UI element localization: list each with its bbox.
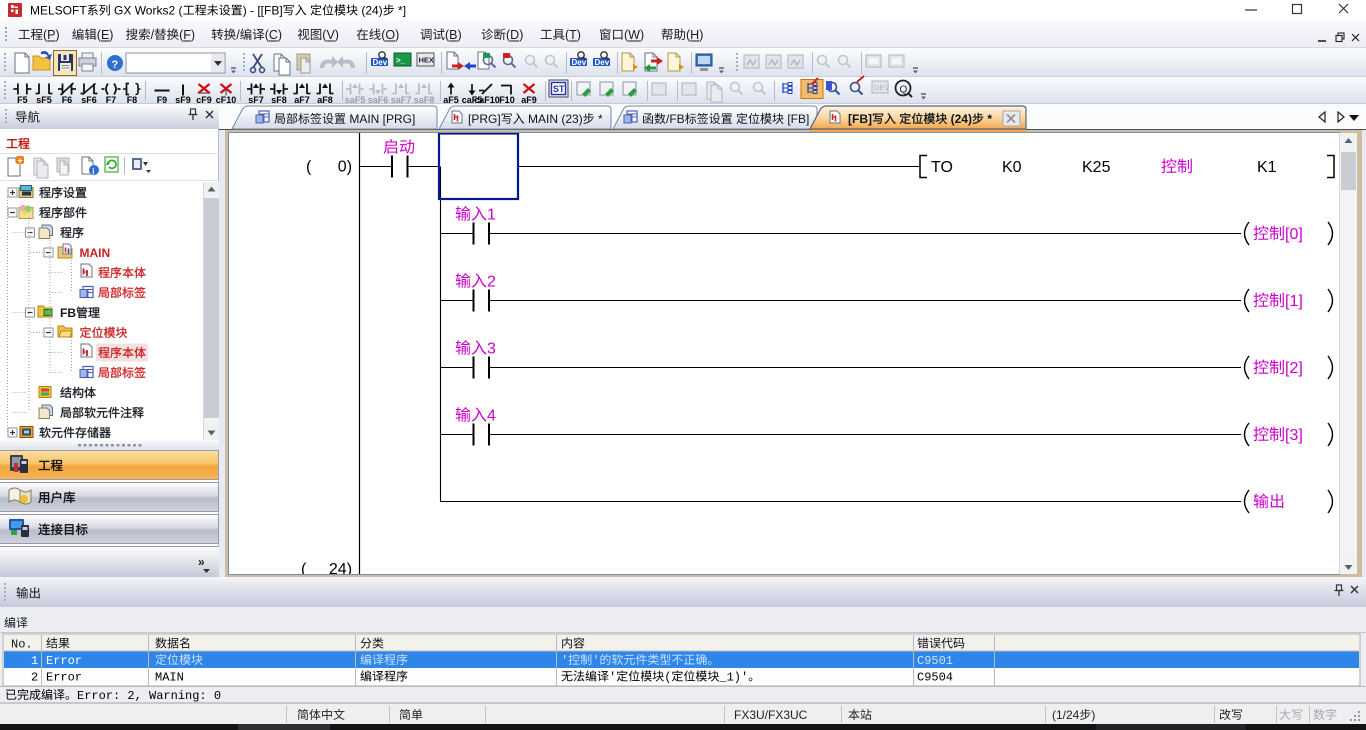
svg-text:saF7: saF7 bbox=[391, 95, 412, 105]
svg-text:(W): (W) bbox=[624, 28, 644, 42]
svg-text:sF7: sF7 bbox=[248, 95, 264, 105]
svg-text:caF10: caF10 bbox=[474, 95, 500, 105]
svg-text:1: 1 bbox=[31, 654, 38, 668]
svg-text:(24): (24) bbox=[947, 112, 972, 126]
svg-text:(: ( bbox=[664, 671, 671, 685]
svg-text:aF9: aF9 bbox=[521, 95, 537, 105]
svg-text:(V): (V) bbox=[322, 28, 339, 42]
svg-text:(C): (C) bbox=[265, 28, 282, 42]
svg-text:F6: F6 bbox=[62, 95, 73, 105]
svg-text:saF6: saF6 bbox=[368, 95, 389, 105]
svg-text:2: 2 bbox=[31, 671, 38, 685]
svg-text:': ' bbox=[609, 671, 616, 685]
svg-text:?: ? bbox=[112, 59, 119, 71]
svg-text:F9: F9 bbox=[157, 95, 168, 105]
svg-text:K0: K0 bbox=[1002, 159, 1022, 176]
svg-text:sF5: sF5 bbox=[36, 95, 52, 105]
svg-text:F7: F7 bbox=[106, 95, 117, 105]
svg-text:): ) bbox=[1091, 708, 1095, 722]
svg-text:sF8: sF8 bbox=[271, 95, 287, 105]
svg-text:[0]: [0] bbox=[1285, 226, 1303, 243]
svg-text:MAIN: MAIN bbox=[80, 246, 111, 260]
svg-text:DEV: DEV bbox=[874, 83, 889, 92]
svg-text:Error: Error bbox=[46, 654, 82, 668]
svg-text:aF5: aF5 bbox=[443, 95, 459, 105]
svg-text:(B): (B) bbox=[445, 28, 462, 42]
svg-text:aF7: aF7 bbox=[294, 95, 310, 105]
svg-text:i: i bbox=[92, 167, 94, 176]
svg-text:(1/24: (1/24 bbox=[1052, 708, 1080, 722]
svg-text:(O): (O) bbox=[381, 28, 399, 42]
svg-text:C9501: C9501 bbox=[917, 654, 953, 668]
svg-text:F8: F8 bbox=[127, 95, 138, 105]
svg-text:2: 2 bbox=[487, 274, 496, 291]
svg-text:(P): (P) bbox=[43, 28, 60, 42]
svg-text:[1]: [1] bbox=[1285, 293, 1303, 310]
svg-text:MELSOFT: MELSOFT bbox=[30, 4, 87, 18]
svg-text:F5: F5 bbox=[17, 95, 28, 105]
svg-text:MAIN: MAIN bbox=[155, 671, 184, 685]
svg-text:*]: *] bbox=[395, 4, 406, 18]
svg-text:Error: 2, Warning: 0: Error: 2, Warning: 0 bbox=[77, 689, 221, 703]
svg-text:cF10: cF10 bbox=[216, 95, 237, 105]
svg-text:*: * bbox=[595, 112, 603, 126]
svg-text:4: 4 bbox=[487, 408, 496, 425]
svg-text:[2]: [2] bbox=[1285, 360, 1303, 377]
svg-text:TO: TO bbox=[931, 159, 953, 176]
svg-text:[PRG]: [PRG] bbox=[468, 112, 501, 126]
svg-text:(H): (H) bbox=[686, 28, 703, 42]
svg-text:C9504: C9504 bbox=[917, 671, 953, 685]
svg-text:+: + bbox=[18, 156, 23, 166]
svg-text:/FB: /FB bbox=[666, 112, 685, 126]
svg-text:/: / bbox=[236, 28, 240, 42]
svg-text:) - [[FB]: ) - [[FB] bbox=[243, 4, 283, 18]
svg-text:/: / bbox=[151, 28, 155, 42]
svg-text:[FB]: [FB] bbox=[784, 112, 809, 126]
svg-text:K1: K1 bbox=[1257, 159, 1277, 176]
svg-text:': ' bbox=[592, 654, 599, 668]
svg-text:(: ( bbox=[306, 159, 312, 176]
svg-text:sF9: sF9 bbox=[175, 95, 191, 105]
svg-text:>_: >_ bbox=[396, 56, 406, 65]
svg-text:*: * bbox=[984, 112, 992, 126]
svg-text:saF5: saF5 bbox=[345, 95, 366, 105]
svg-text:Error: Error bbox=[46, 671, 82, 685]
svg-text:1: 1 bbox=[487, 207, 496, 224]
svg-text:GX Works2 (: GX Works2 ( bbox=[111, 4, 183, 18]
svg-text:saF8: saF8 bbox=[414, 95, 435, 105]
svg-text:(: ( bbox=[301, 561, 307, 578]
svg-text:(24): (24) bbox=[358, 4, 383, 18]
svg-text:_1)': _1)' bbox=[718, 671, 748, 685]
svg-text:(D): (D) bbox=[506, 28, 523, 42]
svg-text:F10: F10 bbox=[499, 95, 515, 105]
svg-text:FX3U/FX3UC: FX3U/FX3UC bbox=[734, 708, 808, 722]
svg-text:aF8: aF8 bbox=[317, 95, 333, 105]
svg-text:ST: ST bbox=[553, 84, 565, 94]
svg-text:Q: Q bbox=[900, 85, 908, 96]
svg-text:(E): (E) bbox=[97, 28, 114, 42]
svg-text:[3]: [3] bbox=[1285, 427, 1303, 444]
svg-text:(T): (T) bbox=[565, 28, 581, 42]
svg-text:HEX: HEX bbox=[419, 56, 434, 65]
svg-text:»: » bbox=[198, 555, 205, 569]
svg-text:[FB]: [FB] bbox=[848, 112, 872, 126]
svg-text:K25: K25 bbox=[1082, 159, 1111, 176]
svg-text:No.: No. bbox=[11, 638, 33, 652]
svg-text:MAIN (23): MAIN (23) bbox=[525, 112, 583, 126]
svg-text:sF6: sF6 bbox=[81, 95, 97, 105]
svg-text:FB: FB bbox=[60, 306, 76, 320]
svg-text:3: 3 bbox=[487, 341, 496, 358]
svg-text:MAIN [PRG]: MAIN [PRG] bbox=[346, 112, 415, 126]
svg-text:0): 0) bbox=[338, 159, 352, 176]
svg-text:(F): (F) bbox=[179, 28, 195, 42]
svg-text:24): 24) bbox=[329, 561, 352, 578]
svg-text:cF9: cF9 bbox=[196, 95, 212, 105]
svg-text:': ' bbox=[561, 654, 568, 668]
